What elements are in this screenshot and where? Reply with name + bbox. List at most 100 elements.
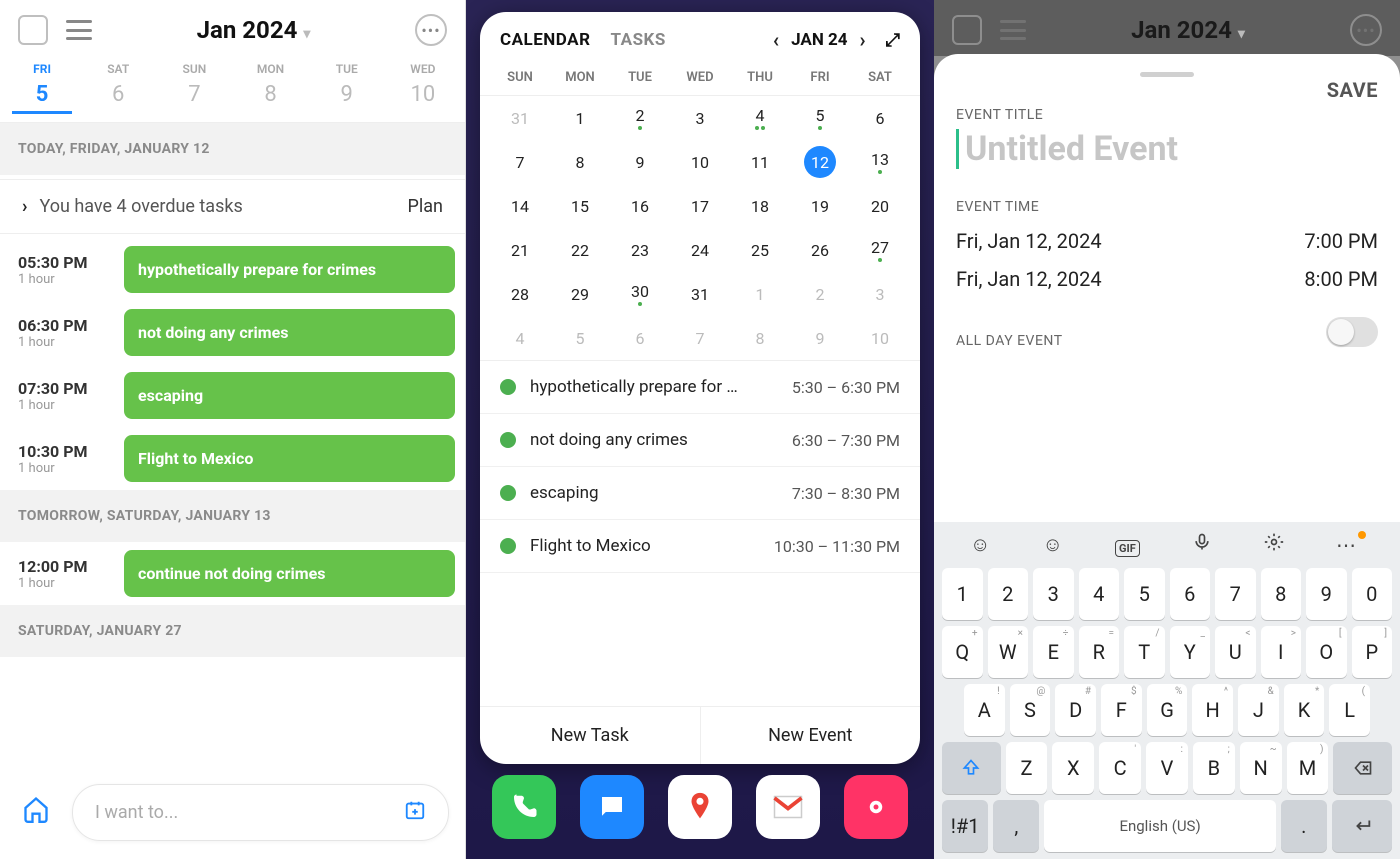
key-backspace[interactable] bbox=[1333, 742, 1392, 794]
overdue-row[interactable]: › You have 4 overdue tasks Plan bbox=[0, 179, 465, 234]
more-button[interactable]: ••• bbox=[415, 14, 447, 46]
dock-camera-icon[interactable] bbox=[844, 775, 908, 839]
dock-gmail-icon[interactable] bbox=[756, 775, 820, 839]
key-N[interactable]: ~N bbox=[1240, 742, 1282, 794]
key-T[interactable]: /T bbox=[1124, 626, 1165, 678]
key-X[interactable]: X bbox=[1052, 742, 1094, 794]
dock-phone-icon[interactable] bbox=[492, 775, 556, 839]
day-cell-11[interactable]: 11 bbox=[730, 144, 790, 180]
day-cell-6[interactable]: 6 bbox=[850, 100, 910, 136]
week-day-6[interactable]: SAT6 bbox=[88, 62, 148, 114]
sticker-icon[interactable]: ☺ bbox=[1043, 532, 1063, 557]
calendar-add-icon[interactable] bbox=[404, 799, 426, 826]
key-6[interactable]: 6 bbox=[1170, 568, 1211, 620]
end-time[interactable]: 8:00 PM bbox=[1304, 267, 1378, 291]
day-cell-23[interactable]: 23 bbox=[610, 232, 670, 268]
agenda-event[interactable]: 10:30 PM1 hourFlight to Mexico bbox=[0, 427, 465, 490]
start-date[interactable]: Fri, Jan 12, 2024 bbox=[956, 229, 1102, 253]
key-J[interactable]: &J bbox=[1238, 684, 1279, 736]
key-F[interactable]: $F bbox=[1101, 684, 1142, 736]
day-cell-4[interactable]: 4 bbox=[730, 100, 790, 136]
expand-icon[interactable]: ⤢ bbox=[886, 30, 900, 51]
key-,[interactable]: , bbox=[993, 800, 1039, 852]
widget-event[interactable]: hypothetically prepare for …5:30 – 6:30 … bbox=[480, 361, 920, 414]
key-A[interactable]: !A bbox=[964, 684, 1005, 736]
event-title-input[interactable]: Untitled Event bbox=[956, 129, 1378, 169]
day-cell-29[interactable]: 29 bbox=[550, 276, 610, 312]
agenda-event[interactable]: 05:30 PM1 hourhypothetically prepare for… bbox=[0, 238, 465, 301]
key-W[interactable]: ×W bbox=[988, 626, 1029, 678]
key-D[interactable]: #D bbox=[1055, 684, 1096, 736]
gif-icon[interactable]: GIF bbox=[1115, 533, 1140, 557]
key-C[interactable]: 'C bbox=[1099, 742, 1141, 794]
week-day-5[interactable]: FRI5 bbox=[12, 62, 72, 114]
start-time[interactable]: 7:00 PM bbox=[1304, 229, 1378, 253]
day-cell-2[interactable]: 2 bbox=[790, 276, 850, 312]
day-cell-16[interactable]: 16 bbox=[610, 188, 670, 224]
key-.[interactable]: . bbox=[1281, 800, 1327, 852]
widget-event[interactable]: Flight to Mexico10:30 – 11:30 PM bbox=[480, 520, 920, 573]
key-Q[interactable]: +Q bbox=[942, 626, 983, 678]
key-Z[interactable]: Z bbox=[1006, 742, 1048, 794]
tab-calendar[interactable]: CALENDAR bbox=[500, 30, 591, 50]
key-P[interactable]: ]P bbox=[1352, 626, 1393, 678]
day-cell-19[interactable]: 19 bbox=[790, 188, 850, 224]
end-date[interactable]: Fri, Jan 12, 2024 bbox=[956, 267, 1102, 291]
key-Y[interactable]: _Y bbox=[1170, 626, 1211, 678]
day-cell-24[interactable]: 24 bbox=[670, 232, 730, 268]
day-cell-27[interactable]: 27 bbox=[850, 232, 910, 268]
tab-tasks[interactable]: TASKS bbox=[611, 30, 666, 50]
day-cell-22[interactable]: 22 bbox=[550, 232, 610, 268]
allday-toggle[interactable] bbox=[1326, 317, 1378, 347]
day-cell-13[interactable]: 13 bbox=[850, 144, 910, 180]
key-I[interactable]: >I bbox=[1261, 626, 1302, 678]
key-S[interactable]: @S bbox=[1010, 684, 1051, 736]
key-9[interactable]: 9 bbox=[1306, 568, 1347, 620]
key-E[interactable]: ÷E bbox=[1033, 626, 1074, 678]
day-cell-8[interactable]: 8 bbox=[550, 144, 610, 180]
key-B[interactable]: ;B bbox=[1193, 742, 1235, 794]
key-shift[interactable] bbox=[942, 742, 1001, 794]
day-cell-9[interactable]: 9 bbox=[610, 144, 670, 180]
day-cell-17[interactable]: 17 bbox=[670, 188, 730, 224]
day-cell-31[interactable]: 31 bbox=[490, 100, 550, 136]
agenda-event[interactable]: 12:00 PM1 hourcontinue not doing crimes bbox=[0, 542, 465, 605]
day-cell-1[interactable]: 1 bbox=[730, 276, 790, 312]
week-day-7[interactable]: SUN7 bbox=[164, 62, 224, 114]
prev-month-button[interactable]: ‹ bbox=[771, 28, 781, 52]
key-V[interactable]: :V bbox=[1146, 742, 1188, 794]
day-cell-18[interactable]: 18 bbox=[730, 188, 790, 224]
key-1[interactable]: 1 bbox=[942, 568, 983, 620]
dock-messages-icon[interactable] bbox=[580, 775, 644, 839]
day-cell-28[interactable]: 28 bbox=[490, 276, 550, 312]
settings-icon[interactable] bbox=[1264, 532, 1284, 557]
day-cell-9[interactable]: 9 bbox=[790, 320, 850, 356]
day-cell-25[interactable]: 25 bbox=[730, 232, 790, 268]
week-day-9[interactable]: TUE9 bbox=[317, 62, 377, 114]
new-event-button[interactable]: New Event bbox=[701, 707, 921, 764]
key-K[interactable]: *K bbox=[1284, 684, 1325, 736]
next-month-button[interactable]: › bbox=[858, 28, 868, 52]
plan-link[interactable]: Plan bbox=[408, 196, 443, 217]
day-cell-1[interactable]: 1 bbox=[550, 100, 610, 136]
key-5[interactable]: 5 bbox=[1124, 568, 1165, 620]
day-cell-5[interactable]: 5 bbox=[550, 320, 610, 356]
new-task-button[interactable]: New Task bbox=[480, 707, 701, 764]
key-M[interactable]: )M bbox=[1287, 742, 1329, 794]
day-cell-3[interactable]: 3 bbox=[850, 276, 910, 312]
key-0[interactable]: 0 bbox=[1352, 568, 1393, 620]
day-cell-2[interactable]: 2 bbox=[610, 100, 670, 136]
emoji-icon[interactable]: ☺ bbox=[970, 532, 990, 557]
agenda-event[interactable]: 06:30 PM1 hournot doing any crimes bbox=[0, 301, 465, 364]
week-day-8[interactable]: MON8 bbox=[241, 62, 301, 114]
day-cell-4[interactable]: 4 bbox=[490, 320, 550, 356]
day-cell-30[interactable]: 30 bbox=[610, 276, 670, 312]
day-cell-10[interactable]: 10 bbox=[850, 320, 910, 356]
key-O[interactable]: [O bbox=[1306, 626, 1347, 678]
key-R[interactable]: =R bbox=[1079, 626, 1120, 678]
select-all-checkbox[interactable] bbox=[18, 15, 48, 45]
day-cell-8[interactable]: 8 bbox=[730, 320, 790, 356]
day-cell-7[interactable]: 7 bbox=[490, 144, 550, 180]
key-8[interactable]: 8 bbox=[1261, 568, 1302, 620]
key-!#1[interactable]: !#1 bbox=[942, 800, 988, 852]
